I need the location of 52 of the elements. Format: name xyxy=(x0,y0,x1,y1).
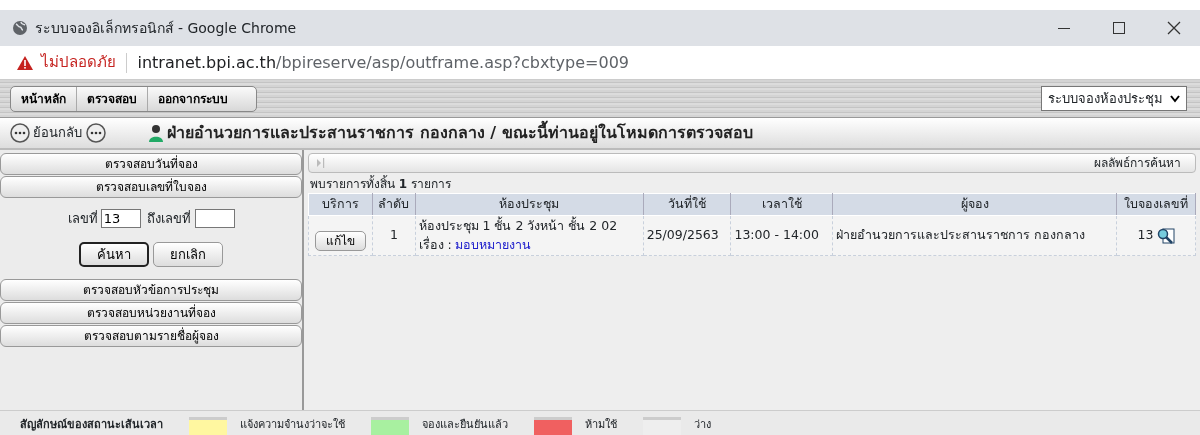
from-number-field[interactable]: 13 xyxy=(100,209,141,229)
page-heading: ฝ่ายอำนวยการและประสานราชการ กองกลาง / ขณะนี้ท่านอยู่ในโหมดการตรวจสอบ xyxy=(167,121,753,145)
to-number-field[interactable] xyxy=(194,209,235,229)
table-cell: ฝ่ายอำนวยการและประสานราชการ กองกลาง xyxy=(832,215,1117,256)
form-button[interactable]: ค้นหา xyxy=(79,241,150,267)
sidebar-section-button[interactable]: ตรวจสอบหัวข้อการประชุม xyxy=(0,279,302,301)
from-label: เลขที่ xyxy=(67,209,98,228)
chevron-down-icon xyxy=(1169,94,1180,103)
sidebar-section-button[interactable]: ตรวจสอบวันที่จอง xyxy=(0,153,302,175)
subject-label: เรื่อง : xyxy=(418,235,452,254)
subject-text: มอบหมายงาน xyxy=(455,235,531,254)
booking-number: 13 xyxy=(1137,226,1154,245)
sidebar-section-button[interactable]: ตรวจสอบเลขที่ใบจอง xyxy=(0,176,302,198)
column-header: ลำดับ xyxy=(372,193,416,216)
table-cell: 1 xyxy=(372,215,416,256)
forward-icon[interactable] xyxy=(85,123,106,143)
globe-icon xyxy=(12,20,28,36)
sidebar-section-button[interactable]: ตรวจสอบตามรายชื่อผู้จอง xyxy=(0,325,302,347)
security-warning[interactable]: ไม่ปลอดภัย xyxy=(40,51,116,74)
results-summary: พบรายการทั้งสิ้น 1 รายการ xyxy=(309,174,452,193)
maximize-icon[interactable] xyxy=(1110,20,1127,36)
edit-button[interactable]: แก้ไข xyxy=(315,230,367,251)
menu-button[interactable]: ออกจากระบบ xyxy=(148,86,256,111)
menu-button[interactable]: หน้าหลัก xyxy=(11,86,77,111)
url-text[interactable]: intranet.bpi.ac.th/bpireserve/asp/outframe.asp?cbxtype=009 xyxy=(137,50,630,75)
legend-label: ว่าง xyxy=(694,417,711,433)
sidebar-section-button[interactable]: ตรวจสอบหน่วยงานที่จอง xyxy=(0,302,302,324)
legend-label: จองและยืนยันแล้ว xyxy=(422,417,508,433)
column-header: บริการ xyxy=(308,193,373,216)
back-icon[interactable] xyxy=(10,123,30,143)
legend-label: ห้ามใช้ xyxy=(585,417,617,433)
form-button[interactable]: ยกเลิก xyxy=(152,241,223,267)
column-header: เวลาใช้ xyxy=(730,193,833,216)
column-header: ใบจองเลขที่ xyxy=(1116,193,1196,216)
column-header: ผู้จอง xyxy=(832,193,1117,216)
table-cell: 25/09/2563 xyxy=(643,215,731,256)
column-header: วันที่ใช้ xyxy=(643,193,731,216)
close-icon[interactable] xyxy=(1165,20,1182,36)
system-dropdown[interactable]: ระบบจองห้องประชุม xyxy=(1041,85,1187,112)
magnifier-icon[interactable] xyxy=(1156,226,1175,245)
column-header: ห้องประชุม xyxy=(415,193,644,216)
legend-label: แจ้งความจำนงว่าจะใช้ xyxy=(240,417,345,433)
legend-title: สัญลักษณ์ของสถานะเส้นเวลา xyxy=(20,417,163,433)
window-title: ระบบจองอิเล็กทรอนิกส์ - Google Chrome xyxy=(34,18,298,38)
room-text: ห้องประชุม 1 ชั้น 2 วังหน้า ชั้น 2 02 xyxy=(418,216,619,236)
person-icon xyxy=(147,124,164,142)
back-link[interactable]: ย้อนกลับ xyxy=(33,123,83,143)
results-title: ผลลัพธ์การค้นหา xyxy=(1094,155,1181,172)
warning-icon xyxy=(16,54,34,71)
menu-button[interactable]: ตรวจสอบ xyxy=(77,86,148,111)
to-label: ถึงเลขที่ xyxy=(147,209,192,228)
table-cell: 13:00 - 14:00 xyxy=(730,215,833,256)
